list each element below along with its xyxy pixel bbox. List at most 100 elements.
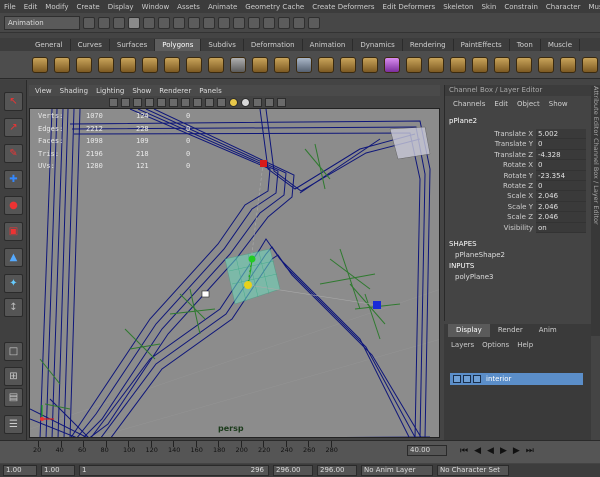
attribute-value[interactable]: 0 [536, 180, 586, 192]
input-node[interactable]: polyPlane3 [445, 272, 600, 283]
layer-row[interactable]: interior [450, 373, 583, 385]
lasso-tool-icon[interactable]: ↗ [4, 118, 23, 137]
uv-editor-icon[interactable] [582, 56, 598, 73]
menu-item[interactable]: Constrain [500, 3, 542, 11]
input-line-icon[interactable] [308, 16, 320, 29]
menu-item[interactable]: Assets [173, 3, 204, 11]
image-plane-icon[interactable] [133, 97, 142, 107]
extract-icon[interactable] [274, 56, 290, 73]
layer-color-icon[interactable] [473, 375, 481, 383]
snap-plane-icon[interactable] [233, 16, 245, 29]
poly-pipe-icon[interactable] [208, 56, 224, 73]
channel-menu-item[interactable]: Object [517, 100, 540, 114]
bridge-icon[interactable] [362, 56, 378, 73]
poly-cube-icon[interactable] [54, 56, 70, 73]
attribute-row[interactable]: Translate Z -4.328 [445, 149, 600, 161]
shelf-tab[interactable]: Curves [71, 39, 110, 51]
render-settings-icon[interactable] [293, 16, 305, 29]
poly-cone-icon[interactable] [98, 56, 114, 73]
extrude-icon[interactable] [340, 56, 356, 73]
layer-menu-item[interactable]: Help [517, 341, 533, 353]
menu-set-dropdown[interactable]: Animation [4, 15, 80, 30]
append-polygon-icon[interactable] [384, 56, 400, 73]
attribute-value[interactable]: 0 [536, 160, 586, 171]
wireframe-on-shaded-icon[interactable] [205, 97, 214, 107]
attribute-value[interactable]: on [536, 222, 586, 233]
attribute-row[interactable]: Translate X 5.002 [445, 129, 600, 140]
shelf-tab[interactable]: General [28, 39, 71, 51]
film-gate-icon[interactable] [157, 97, 166, 107]
textured-icon[interactable] [217, 97, 226, 107]
x-ray-icon[interactable] [277, 97, 286, 107]
side-tabs[interactable]: Attribute Editor Channel Box / Layer Edi… [591, 86, 600, 336]
use-all-lights-icon[interactable] [229, 97, 238, 107]
panel-menu-item[interactable]: Panels [199, 87, 222, 95]
menu-item[interactable]: Muscle [584, 3, 600, 11]
bevel-icon[interactable] [406, 56, 422, 73]
paint-select-tool-icon[interactable]: ✎ [4, 144, 23, 163]
start-time-field[interactable]: 1.00 [3, 465, 37, 476]
menu-item[interactable]: Create Deformers [308, 3, 378, 11]
attribute-row[interactable]: Scale Z 2.046 [445, 212, 600, 223]
rotate-tool-icon[interactable]: ● [4, 196, 23, 215]
panel-menu-item[interactable]: Shading [60, 87, 88, 95]
snap-curve-icon[interactable] [203, 16, 215, 29]
smooth-shade-icon[interactable] [193, 97, 202, 107]
playback-end-field[interactable]: 296.00 [273, 465, 313, 476]
shelf-tab[interactable]: PaintEffects [454, 39, 510, 51]
boolean-icon[interactable] [318, 56, 334, 73]
attribute-row[interactable]: Rotate X0 [445, 160, 600, 171]
save-scene-icon[interactable] [113, 16, 125, 29]
cylindrical-map-icon[interactable] [516, 56, 532, 73]
attribute-value[interactable]: -4.328 [536, 149, 586, 161]
time-slider[interactable]: 20 40 60 80 100 120 140 160 180 200 220 240 260 280 4… [0, 440, 600, 463]
select-tool-icon[interactable]: ↖ [4, 92, 23, 111]
menu-item[interactable]: Geometry Cache [241, 3, 308, 11]
attribute-value[interactable]: 2.046 [536, 212, 586, 223]
poly-cylinder-icon[interactable] [76, 56, 92, 73]
channel-menu-item[interactable]: Show [549, 100, 568, 114]
shelf-tab[interactable]: Muscle [541, 39, 581, 51]
split-polygon-icon[interactable] [428, 56, 444, 73]
panel-menu-item[interactable]: Renderer [159, 87, 191, 95]
poly-sphere-icon[interactable] [32, 56, 48, 73]
shelf-tab[interactable]: Polygons [155, 39, 202, 51]
bookmark-icon[interactable] [121, 97, 130, 107]
attribute-row[interactable]: Scale X 2.046 [445, 191, 600, 202]
select-object-icon[interactable] [143, 16, 155, 29]
default-light-icon[interactable] [241, 97, 250, 107]
outliner-layout-icon[interactable]: ☰ [4, 415, 23, 434]
shadows-icon[interactable] [253, 97, 262, 107]
menu-item[interactable]: Animate [204, 3, 241, 11]
attribute-value[interactable]: 5.002 [536, 129, 586, 140]
attribute-row[interactable]: Rotate Y -23.354 [445, 170, 600, 181]
select-hierarchy-icon[interactable] [128, 16, 140, 29]
attribute-row[interactable]: Translate Y0 [445, 139, 600, 150]
layer-menu-item[interactable]: Options [482, 341, 509, 353]
object-name[interactable]: pPlane2 [445, 117, 600, 129]
layer-tab[interactable]: Render [490, 324, 531, 337]
snap-point-icon[interactable] [218, 16, 230, 29]
isolate-select-icon[interactable] [265, 97, 274, 107]
menu-item[interactable]: Modify [41, 3, 72, 11]
select-component-icon[interactable] [158, 16, 170, 29]
open-scene-icon[interactable] [98, 16, 110, 29]
manipulator-tool-icon[interactable]: ▲ [4, 248, 23, 267]
scale-tool-icon[interactable]: ▣ [4, 222, 23, 241]
snap-grid-icon[interactable] [188, 16, 200, 29]
menu-item[interactable]: Edit [20, 3, 42, 11]
resolution-gate-icon[interactable] [169, 97, 178, 107]
merge-icon[interactable] [472, 56, 488, 73]
attribute-value[interactable]: 0 [536, 139, 586, 150]
wireframe-icon[interactable] [181, 97, 190, 107]
auto-map-icon[interactable] [560, 56, 576, 73]
shelf-tab[interactable]: Deformation [244, 39, 303, 51]
insert-edge-loop-icon[interactable] [450, 56, 466, 73]
attribute-row[interactable]: Visibility on [445, 222, 600, 233]
planar-map-icon[interactable] [494, 56, 510, 73]
camera-attributes-icon[interactable] [109, 97, 118, 107]
new-scene-icon[interactable] [83, 16, 95, 29]
playback-controls[interactable]: ⏮◀◀▶▶⏭ [460, 446, 540, 456]
spherical-map-icon[interactable] [538, 56, 554, 73]
current-frame-field[interactable]: 40.00 [407, 445, 447, 456]
